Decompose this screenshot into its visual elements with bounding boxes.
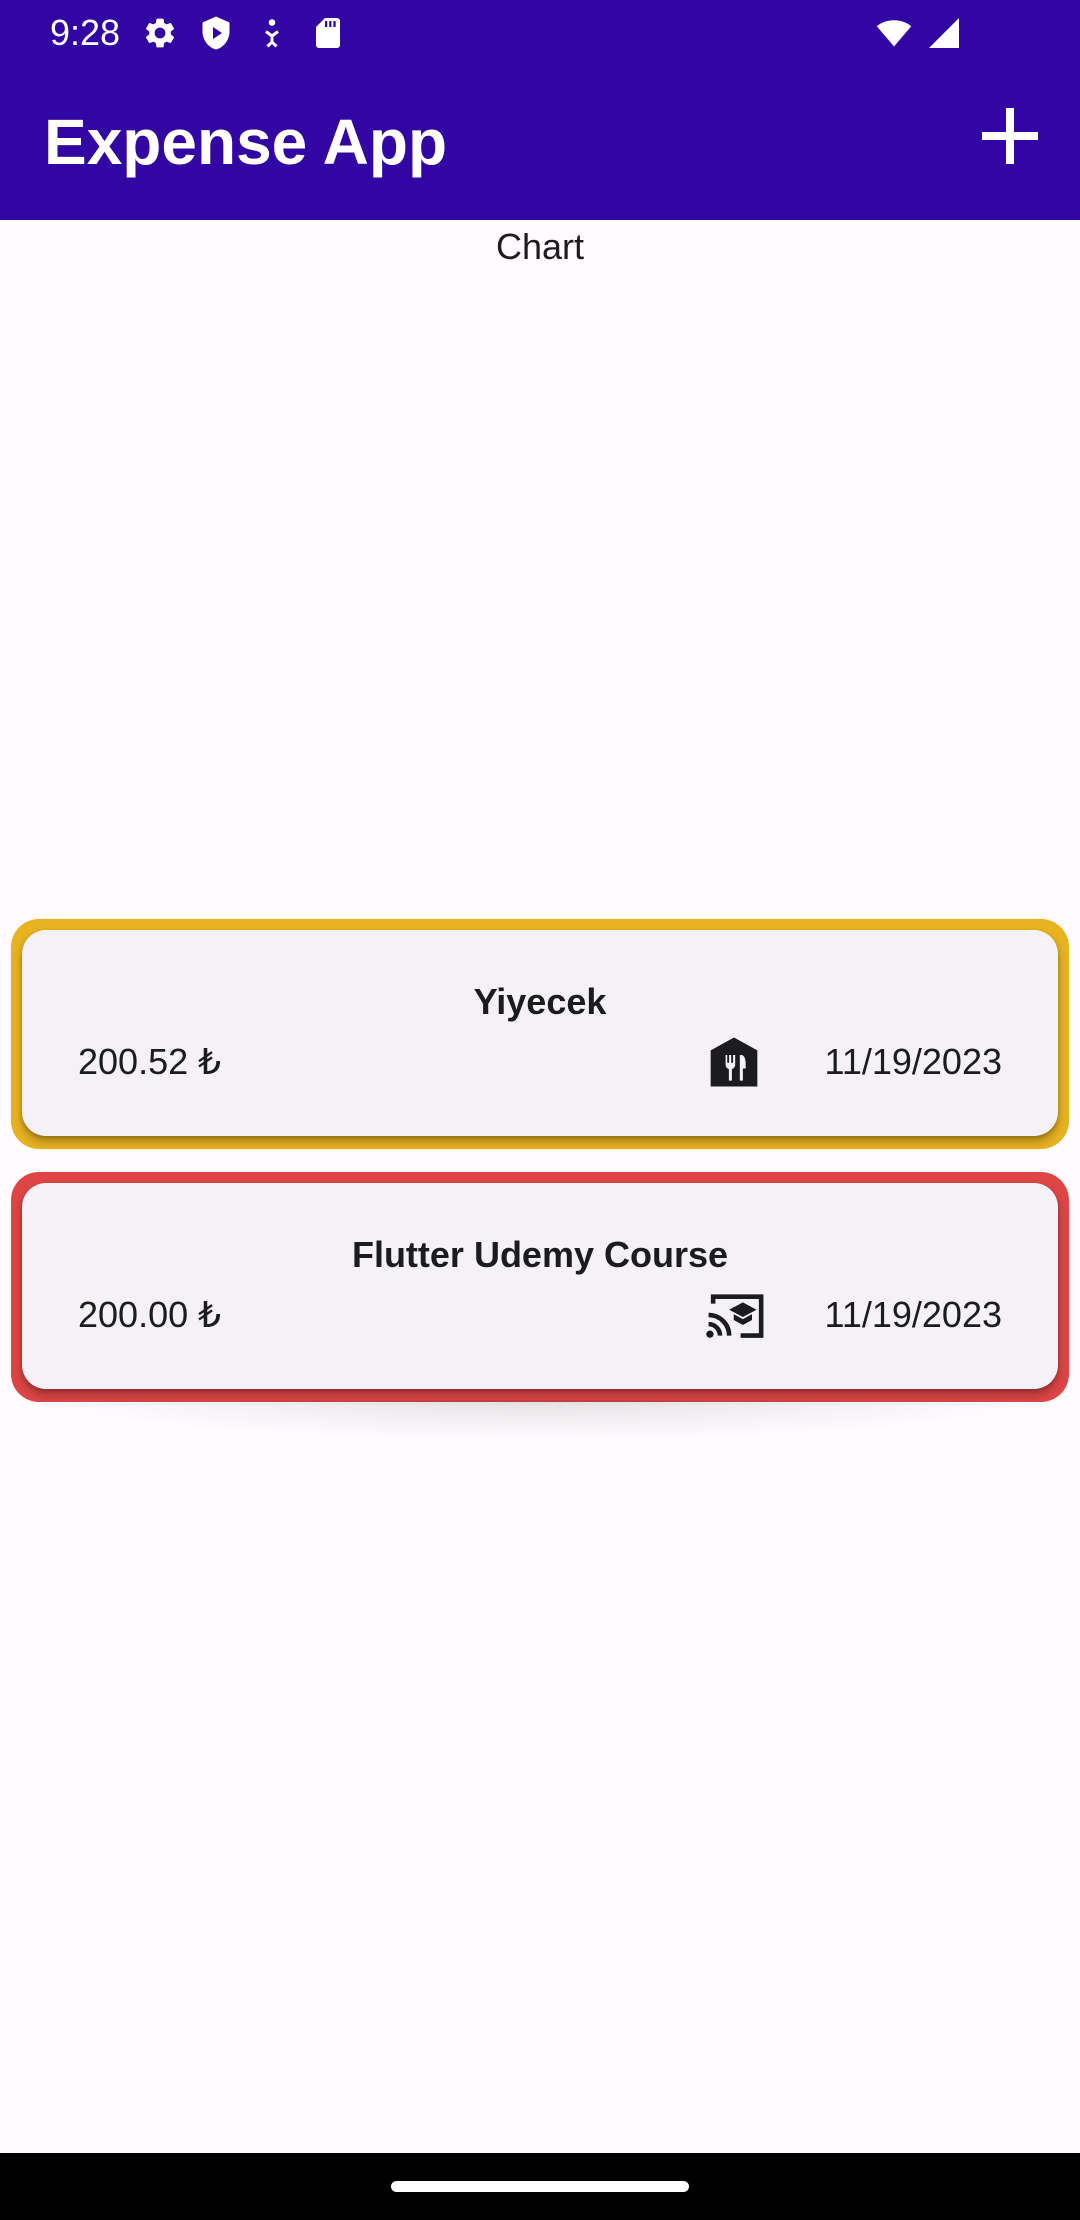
list-shadow [40,1400,1040,1440]
expense-item[interactable]: Flutter Udemy Course 200.00 ₺ 11/19/2023 [11,1172,1069,1402]
app-bar: Expense App [0,66,1080,220]
status-icons-right [876,14,962,52]
add-expense-button[interactable] [970,96,1050,176]
expense-date: 11/19/2023 [824,1294,1002,1335]
chart-label: Chart [495,226,585,267]
expense-card[interactable]: Flutter Udemy Course 200.00 ₺ 11/19/2023 [22,1183,1058,1389]
cell-signal-icon [929,18,959,48]
sd-card-icon [316,18,340,48]
expense-item[interactable]: Yiyecek 200.52 ₺ 11/19/2023 [11,919,1069,1149]
cast-for-education-icon [706,1294,764,1338]
app-title: Expense App [44,106,448,178]
restaurant-icon [710,1037,758,1087]
expense-date: 11/19/2023 [824,1041,1002,1082]
status-bar: 9:28 [0,0,1080,66]
accessibility-icon [265,19,279,48]
wifi-icon [876,20,912,47]
shield-play-icon [202,16,230,50]
status-time: 9:28 [50,12,121,53]
navigation-bar [0,2153,1080,2220]
gear-icon [145,18,175,48]
home-indicator[interactable] [391,2181,689,2192]
status-icons-left [142,14,346,52]
expense-amount: 200.00 ₺ [78,1294,222,1335]
expense-amount: 200.52 ₺ [78,1041,222,1082]
expense-card[interactable]: Yiyecek 200.52 ₺ 11/19/2023 [22,930,1058,1136]
expense-title: Yiyecek [473,981,607,1022]
plus-icon [982,108,1038,164]
expense-title: Flutter Udemy Course [351,1234,729,1275]
